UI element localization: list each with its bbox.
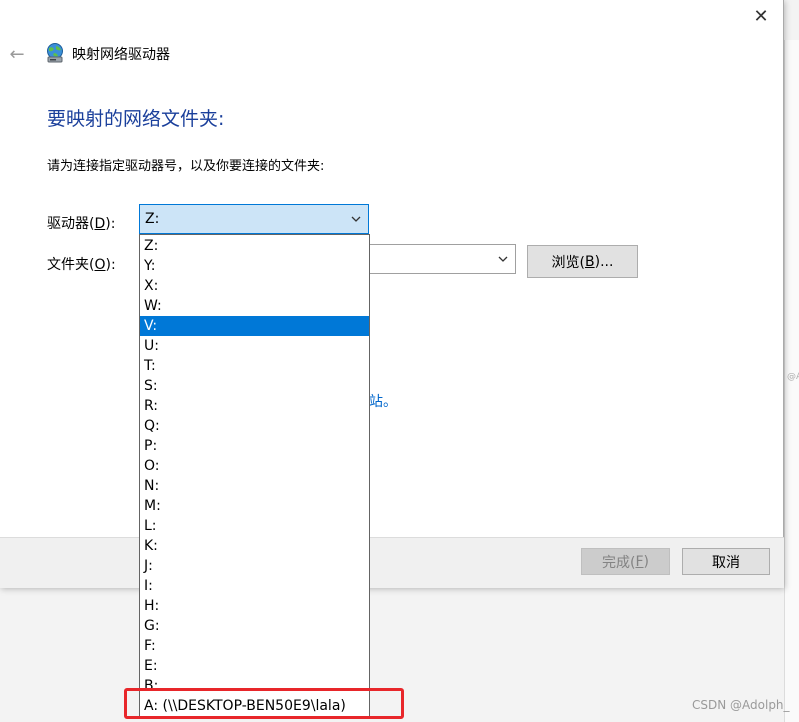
dropdown-option[interactable]: M: bbox=[140, 496, 369, 516]
window-title: 映射网络驱动器 bbox=[72, 47, 170, 63]
dropdown-option[interactable]: K: bbox=[140, 536, 369, 556]
browse-button-accesskey: B bbox=[585, 253, 595, 270]
finish-button-text: 完成( bbox=[602, 554, 636, 571]
dropdown-option[interactable]: G: bbox=[140, 616, 369, 636]
dropdown-option[interactable]: I: bbox=[140, 576, 369, 596]
dropdown-option[interactable]: S: bbox=[140, 376, 369, 396]
dropdown-option[interactable]: J: bbox=[140, 556, 369, 576]
dropdown-option[interactable]: Y: bbox=[140, 256, 369, 276]
page-heading: 要映射的网络文件夹: bbox=[47, 108, 225, 130]
watermark: CSDN @Adolph_ bbox=[692, 698, 790, 712]
browse-button[interactable]: 浏览(B)... bbox=[527, 245, 638, 278]
browse-button-text: 浏览( bbox=[551, 254, 586, 271]
cancel-button[interactable]: 取消 bbox=[682, 548, 770, 575]
dropdown-option[interactable]: X: bbox=[140, 276, 369, 296]
drive-letter-combobox[interactable]: Z: bbox=[139, 204, 369, 234]
dropdown-option[interactable]: Q: bbox=[140, 416, 369, 436]
dropdown-option[interactable]: O: bbox=[140, 456, 369, 476]
website-link-fragment[interactable]: 站。 bbox=[369, 391, 397, 411]
dropdown-option[interactable]: L: bbox=[140, 516, 369, 536]
dropdown-option[interactable]: Z: bbox=[140, 236, 369, 256]
folder-label-text: 文件夹( bbox=[47, 257, 95, 273]
close-icon: ✕ bbox=[753, 5, 769, 27]
back-button[interactable]: ← bbox=[4, 40, 30, 68]
folder-label-accesskey: O bbox=[94, 257, 106, 273]
annotation-highlight-box bbox=[124, 688, 404, 719]
drive-label-text: 驱动器( bbox=[47, 216, 95, 232]
instruction-text: 请为连接指定驱动器号，以及你要连接的文件夹: bbox=[47, 159, 325, 174]
folder-label-suffix: ): bbox=[105, 257, 116, 273]
drive-label-accesskey: D bbox=[94, 216, 106, 232]
dropdown-option[interactable]: E: bbox=[140, 656, 369, 676]
dropdown-option[interactable]: R: bbox=[140, 396, 369, 416]
close-button[interactable]: ✕ bbox=[738, 0, 784, 32]
dropdown-option[interactable]: V: bbox=[140, 316, 369, 336]
browse-button-suffix: )... bbox=[594, 253, 614, 270]
dropdown-option[interactable]: W: bbox=[140, 296, 369, 316]
dropdown-option[interactable]: U: bbox=[140, 336, 369, 356]
folder-path-combobox[interactable] bbox=[369, 244, 516, 274]
dropdown-option[interactable]: P: bbox=[140, 436, 369, 456]
map-network-drive-dialog: ✕ ← 映射网络驱动器 要映射的网络文件夹: 请为连接指定驱动器号，以及你要连接… bbox=[0, 0, 784, 588]
dropdown-option[interactable]: H: bbox=[140, 596, 369, 616]
finish-button-accesskey: F bbox=[635, 553, 644, 570]
dropdown-option[interactable]: F: bbox=[140, 636, 369, 656]
folder-label: 文件夹(O): bbox=[47, 254, 116, 274]
drive-letter-dropdown-list[interactable]: Z: Y: X: W: V: U: T: S: R: Q: P: O: N: M: L: K: J: I: H: G:… bbox=[139, 234, 370, 718]
dropdown-option[interactable]: N: bbox=[140, 476, 369, 496]
finish-button-suffix: ) bbox=[643, 553, 649, 570]
dropdown-option[interactable]: T: bbox=[140, 356, 369, 376]
finish-button[interactable]: 完成(F) bbox=[581, 548, 670, 575]
back-arrow-icon: ← bbox=[9, 43, 25, 65]
background-fragment-text: @A bbox=[787, 372, 799, 382]
chevron-down-icon bbox=[351, 216, 361, 222]
drive-combobox-value: Z: bbox=[145, 211, 160, 227]
network-drive-icon bbox=[47, 43, 63, 63]
drive-label: 驱动器(D): bbox=[47, 213, 115, 233]
drive-label-suffix: ): bbox=[105, 216, 116, 232]
chevron-down-icon bbox=[498, 256, 508, 262]
